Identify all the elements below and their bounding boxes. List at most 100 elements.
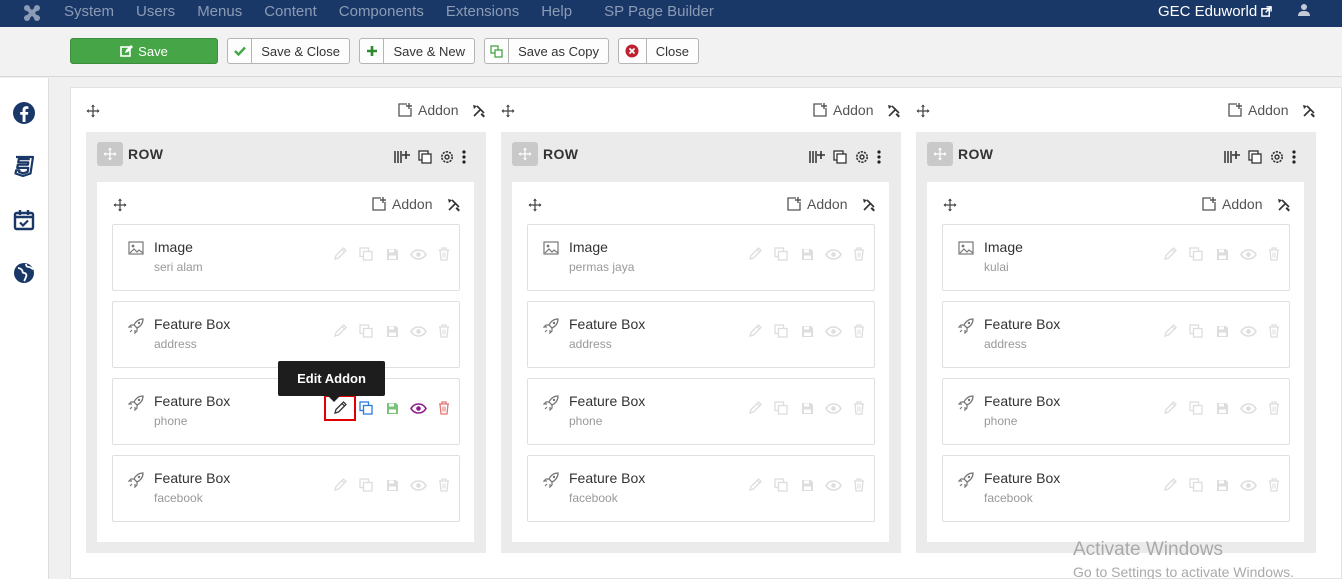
add-addon-button[interactable]: Addon: [813, 102, 873, 118]
inner-column-move-icon[interactable]: [113, 198, 127, 212]
trash-icon[interactable]: [1261, 244, 1287, 264]
pencil-icon[interactable]: [1157, 398, 1183, 418]
row-duplicate-icon[interactable]: [1248, 150, 1262, 164]
copy-icon[interactable]: [353, 475, 379, 495]
copy-icon[interactable]: [353, 244, 379, 264]
pencil-icon[interactable]: [1157, 475, 1183, 495]
inner-column-move-icon[interactable]: [528, 198, 542, 212]
eye-icon[interactable]: [1235, 398, 1261, 418]
save-icon[interactable]: [794, 321, 820, 341]
copy-icon[interactable]: [768, 244, 794, 264]
eye-icon[interactable]: [1235, 244, 1261, 264]
save-icon[interactable]: [1209, 398, 1235, 418]
save-close-button[interactable]: Save & Close: [227, 38, 350, 64]
row-more-icon[interactable]: [462, 150, 466, 164]
pencil-icon[interactable]: [327, 475, 353, 495]
copy-icon[interactable]: [768, 321, 794, 341]
pencil-icon[interactable]: [327, 321, 353, 341]
copy-icon[interactable]: [1183, 398, 1209, 418]
add-addon-button[interactable]: Addon: [398, 102, 458, 118]
trash-icon[interactable]: [1261, 321, 1287, 341]
add-addon-button[interactable]: Addon: [1228, 102, 1288, 118]
menu-sp-page-builder[interactable]: SP Page Builder: [604, 3, 714, 20]
menu-users[interactable]: Users: [136, 3, 175, 20]
css3-icon[interactable]: [12, 154, 36, 178]
addon-item[interactable]: Feature Box facebook: [112, 455, 460, 522]
eye-icon[interactable]: [405, 321, 431, 341]
eye-icon[interactable]: [820, 321, 846, 341]
calendar-check-icon[interactable]: [12, 208, 36, 232]
row-columns-icon[interactable]: [394, 150, 410, 164]
globe-icon[interactable]: [12, 261, 36, 285]
column-settings-icon[interactable]: [887, 104, 901, 118]
save-new-button[interactable]: Save & New: [359, 38, 475, 64]
trash-icon[interactable]: [431, 475, 457, 495]
menu-extensions[interactable]: Extensions: [446, 3, 519, 20]
addon-item[interactable]: Feature Box phone: [942, 378, 1290, 445]
save-icon[interactable]: [1209, 321, 1235, 341]
inner-column-settings-icon[interactable]: [862, 198, 876, 212]
column-settings-icon[interactable]: [472, 104, 486, 118]
inner-add-addon-button[interactable]: Addon: [787, 196, 847, 212]
addon-item[interactable]: Feature Box facebook: [942, 455, 1290, 522]
inner-column-move-icon[interactable]: [943, 198, 957, 212]
eye-icon[interactable]: [1235, 475, 1261, 495]
row-duplicate-icon[interactable]: [418, 150, 432, 164]
site-link[interactable]: GEC Eduworld: [1158, 3, 1273, 20]
eye-icon[interactable]: [1235, 321, 1261, 341]
save-icon[interactable]: [379, 398, 405, 418]
row-duplicate-icon[interactable]: [833, 150, 847, 164]
trash-icon[interactable]: [431, 398, 457, 418]
eye-icon[interactable]: [820, 475, 846, 495]
trash-icon[interactable]: [846, 398, 872, 418]
eye-icon[interactable]: [820, 244, 846, 264]
pencil-icon[interactable]: [742, 244, 768, 264]
trash-icon[interactable]: [846, 321, 872, 341]
addon-item[interactable]: Feature Box address: [112, 301, 460, 368]
trash-icon[interactable]: [846, 475, 872, 495]
row-settings-gear-icon[interactable]: [855, 150, 869, 164]
inner-add-addon-button[interactable]: Addon: [1202, 196, 1262, 212]
save-icon[interactable]: [379, 321, 405, 341]
copy-icon[interactable]: [1183, 321, 1209, 341]
row-settings-gear-icon[interactable]: [1270, 150, 1284, 164]
row-columns-icon[interactable]: [1224, 150, 1240, 164]
save-icon[interactable]: [794, 398, 820, 418]
inner-add-addon-button[interactable]: Addon: [372, 196, 432, 212]
save-icon[interactable]: [379, 475, 405, 495]
menu-components[interactable]: Components: [339, 3, 424, 20]
eye-icon[interactable]: [820, 398, 846, 418]
pencil-icon[interactable]: [1157, 321, 1183, 341]
addon-item[interactable]: Feature Box phone: [527, 378, 875, 445]
save-icon[interactable]: [794, 475, 820, 495]
column-settings-icon[interactable]: [1302, 104, 1316, 118]
addon-item[interactable]: Feature Box address: [942, 301, 1290, 368]
copy-icon[interactable]: [768, 398, 794, 418]
menu-menus[interactable]: Menus: [197, 3, 242, 20]
save-copy-button[interactable]: Save as Copy: [484, 38, 609, 64]
addon-item[interactable]: Image kulai: [942, 224, 1290, 291]
user-icon[interactable]: [1297, 3, 1311, 17]
copy-icon[interactable]: [768, 475, 794, 495]
row-move-icon[interactable]: [927, 142, 953, 166]
pencil-icon[interactable]: [742, 475, 768, 495]
copy-icon[interactable]: [353, 398, 379, 418]
column-move-icon[interactable]: [501, 104, 515, 118]
row-columns-icon[interactable]: [809, 150, 825, 164]
save-icon[interactable]: [379, 244, 405, 264]
row-more-icon[interactable]: [1292, 150, 1296, 164]
addon-item[interactable]: Image seri alam: [112, 224, 460, 291]
column-move-icon[interactable]: [86, 104, 100, 118]
save-button[interactable]: Save: [70, 38, 218, 64]
facebook-icon[interactable]: [12, 101, 36, 125]
menu-system[interactable]: System: [64, 3, 114, 20]
row-more-icon[interactable]: [877, 150, 881, 164]
addon-item[interactable]: Feature Box facebook: [527, 455, 875, 522]
trash-icon[interactable]: [846, 244, 872, 264]
pencil-icon[interactable]: [1157, 244, 1183, 264]
inner-column-settings-icon[interactable]: [1277, 198, 1291, 212]
pencil-icon[interactable]: [742, 321, 768, 341]
save-icon[interactable]: [1209, 244, 1235, 264]
inner-column-settings-icon[interactable]: [447, 198, 461, 212]
trash-icon[interactable]: [1261, 398, 1287, 418]
